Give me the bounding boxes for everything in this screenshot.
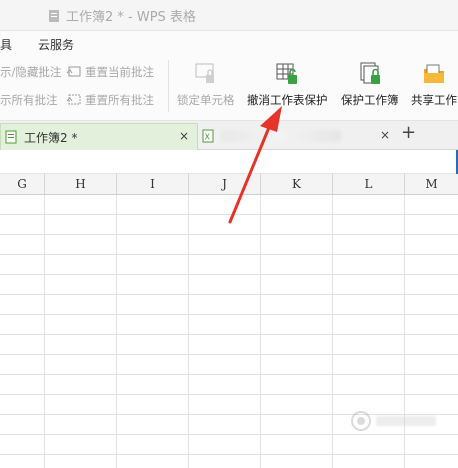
arrow-shaft <box>228 123 272 224</box>
arrow-head <box>260 106 282 132</box>
annotation-arrow <box>228 106 282 224</box>
